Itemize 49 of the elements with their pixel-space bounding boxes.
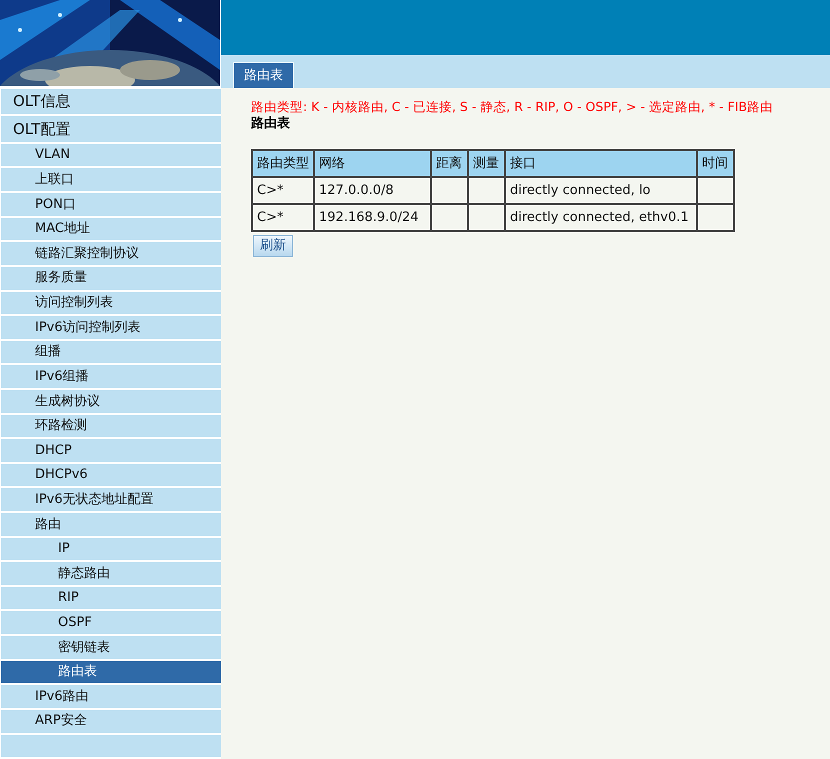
- sidebar-item[interactable]: 路由: [1, 513, 221, 536]
- sidebar-item[interactable]: MAC地址: [1, 218, 221, 240]
- sidebar-item[interactable]: 静态路由: [1, 562, 221, 585]
- sidebar-item[interactable]: RIP: [1, 586, 221, 610]
- sidebar-item[interactable]: 路由表: [1, 660, 221, 684]
- column-header: 网络: [314, 150, 431, 177]
- section-title: 路由表: [251, 115, 291, 132]
- sidebar-item[interactable]: OLT信息: [1, 89, 221, 114]
- table-cell: [431, 177, 468, 204]
- table-cell: [697, 204, 734, 231]
- sidebar-item[interactable]: OSPF: [1, 611, 221, 634]
- sidebar-item[interactable]: 组播: [1, 340, 221, 364]
- column-header: 路由类型: [252, 150, 314, 177]
- sidebar-item[interactable]: 生成树协议: [1, 390, 221, 413]
- table-cell: C>*: [252, 177, 314, 204]
- table-cell: 192.168.9.0/24: [314, 204, 431, 231]
- sidebar-item[interactable]: 链路汇聚控制协议: [1, 242, 221, 265]
- tab[interactable]: 路由表: [233, 62, 294, 88]
- table-cell: [468, 177, 505, 204]
- sidebar-item[interactable]: OLT配置: [1, 116, 221, 142]
- sidebar-item[interactable]: IPv6路由: [1, 685, 221, 708]
- table-cell: [697, 177, 734, 204]
- table-cell: directly connected, ethv0.1: [505, 204, 697, 231]
- table-cell: [431, 204, 468, 231]
- column-header: 接口: [505, 150, 697, 177]
- column-header: 测量: [468, 150, 505, 177]
- sidebar-item[interactable]: 上联口: [1, 168, 221, 192]
- column-header: 距离: [431, 150, 468, 177]
- sidebar-item[interactable]: PON口: [1, 193, 221, 216]
- table-cell: directly connected, lo: [505, 177, 697, 204]
- sidebar-item[interactable]: [1, 734, 221, 758]
- sidebar-item[interactable]: 服务质量: [1, 266, 221, 290]
- sidebar-item[interactable]: 访问控制列表: [1, 292, 221, 314]
- legend-text: 路由类型: K - 内核路由, C - 已连接, S - 静态, R - RIP, O - OSPF, > - 选定路由, * - FIB路由: [251, 98, 774, 115]
- sidebar-item[interactable]: IP: [1, 538, 221, 560]
- table-cell: 127.0.0.0/8: [314, 177, 431, 204]
- table-cell: C>*: [252, 204, 314, 231]
- sidebar-item[interactable]: DHCPv6: [1, 464, 221, 486]
- sidebar-item[interactable]: VLAN: [1, 144, 221, 166]
- table-cell: [468, 204, 505, 231]
- refresh-button[interactable]: 刷新: [253, 235, 293, 257]
- sidebar-item[interactable]: 密钥链表: [1, 636, 221, 659]
- column-header: 时间: [697, 150, 734, 177]
- sidebar-item[interactable]: IPv6无状态地址配置: [1, 488, 221, 512]
- sidebar-item[interactable]: 环路检测: [1, 414, 221, 438]
- sidebar-item[interactable]: ARP安全: [1, 710, 221, 732]
- sidebar-item[interactable]: IPv6组播: [1, 365, 221, 388]
- sidebar-item[interactable]: DHCP: [1, 439, 221, 462]
- sidebar-item[interactable]: IPv6访问控制列表: [1, 316, 221, 339]
